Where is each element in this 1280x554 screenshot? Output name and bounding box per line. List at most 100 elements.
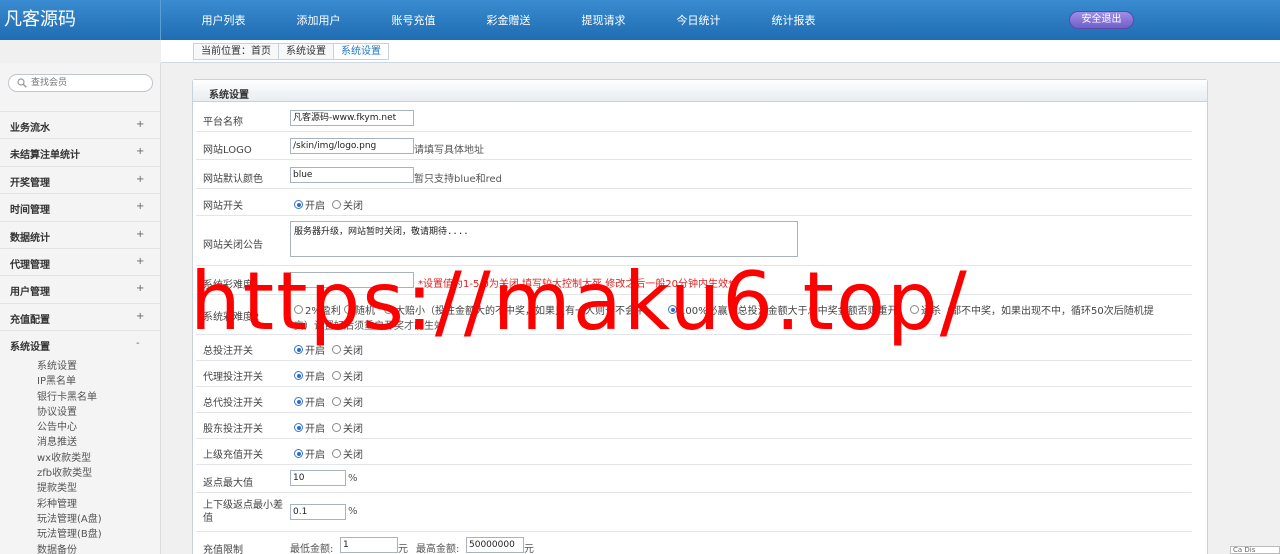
search-icon <box>17 78 27 88</box>
field-label: 网站关闭公告 <box>203 240 263 251</box>
bet-holder-off[interactable]: 关闭 <box>332 420 363 435</box>
expand-icon: + <box>136 146 145 158</box>
sidebar-item-label: 充值配置 <box>10 314 50 326</box>
bet-agent-on[interactable]: 开启 <box>294 368 325 383</box>
platform-name-input[interactable]: 凡客源码-www.fkym.net <box>290 110 414 126</box>
expand-icon: + <box>136 173 145 185</box>
sidebar-item-label: 未结算注单统计 <box>10 150 80 162</box>
nav-add-user[interactable]: 添加用户 <box>271 0 366 40</box>
submenu-item-play-a[interactable]: 玩法管理(A盘) <box>37 512 157 527</box>
submenu-item-play-b[interactable]: 玩法管理(B盘) <box>37 527 157 542</box>
max-amount-unit: 元 <box>524 544 534 554</box>
radio-selected-icon <box>294 397 303 406</box>
radio-label: 关闭 <box>343 372 363 383</box>
row-rebate-max: 返点最大值 10 % <box>196 465 1192 493</box>
search-input[interactable] <box>31 76 146 90</box>
upper-recharge-off[interactable]: 关闭 <box>332 446 363 461</box>
submenu-item-wx-type[interactable]: wx收款类型 <box>37 451 157 466</box>
bet-general-on[interactable]: 开启 <box>294 394 325 409</box>
sidebar-item-time[interactable]: 时间管理 + <box>0 193 160 220</box>
submenu-item-agreement[interactable]: 协议设置 <box>37 405 157 420</box>
field-label: 代理投注开关 <box>203 372 263 383</box>
nav-today-stats[interactable]: 今日统计 <box>651 0 746 40</box>
radio-label: 开启 <box>305 201 325 212</box>
nav-withdraw-request[interactable]: 提现请求 <box>556 0 651 40</box>
submenu-item-lottery-types[interactable]: 彩种管理 <box>37 497 157 512</box>
field-label: 总代投注开关 <box>203 398 263 409</box>
max-amount-label: 最高金额: <box>416 544 460 554</box>
row-recharge-limit: 充值限制 最低金额: 1 元 最高金额: 50000000 元 <box>196 532 1192 554</box>
submenu-item-push[interactable]: 消息推送 <box>37 435 157 450</box>
rebate-max-unit: % <box>348 473 358 484</box>
sidebar-item-lottery-draw[interactable]: 开奖管理 + <box>0 165 160 193</box>
nav-user-list[interactable]: 用户列表 <box>176 0 271 40</box>
submenu-item-backup[interactable]: 数据备份 <box>37 543 157 554</box>
rebate-max-input[interactable]: 10 <box>290 470 346 486</box>
logout-button[interactable]: 安全退出 <box>1069 11 1134 29</box>
sidebar-item-agents[interactable]: 代理管理 + <box>0 247 160 275</box>
radio-selected-icon <box>294 449 303 458</box>
field-label: 充值限制 <box>203 545 243 554</box>
field-label: 返点最大值 <box>203 478 253 489</box>
sidebar-item-users[interactable]: 用户管理 + <box>0 275 160 302</box>
bet-general-off[interactable]: 关闭 <box>332 394 363 409</box>
radio-label: 关闭 <box>343 201 363 212</box>
close-notice-textarea[interactable]: 服务器升级，网站暂时关闭，敬请期待.... <box>290 221 798 257</box>
row-site-logo: 网站LOGO /skin/img/logo.png 请填写具体地址 <box>196 132 1192 160</box>
submenu-item-system-settings[interactable]: 系统设置 <box>37 359 157 374</box>
submenu-item-zfb-type[interactable]: zfb收款类型 <box>37 466 157 481</box>
sidebar-item-system-settings[interactable]: 系统设置 - <box>0 330 160 357</box>
bet-agent-off[interactable]: 关闭 <box>332 368 363 383</box>
sidebar-item-business-flow[interactable]: 业务流水 + <box>0 111 160 138</box>
site-color-input[interactable]: blue <box>290 167 414 183</box>
sidebar-item-label: 数据统计 <box>10 232 50 244</box>
sidebar-item-unsettled-stats[interactable]: 未结算注单统计 + <box>0 138 160 165</box>
min-amount-input[interactable]: 1 <box>340 537 398 553</box>
radio-selected-icon <box>294 423 303 432</box>
watermark-url: https://maku6.top/ <box>190 255 969 348</box>
app-logo[interactable]: 凡客源码 <box>0 0 161 40</box>
corner-widget: Ca Dis <box>1230 546 1280 554</box>
nav-account-recharge[interactable]: 账号充值 <box>366 0 461 40</box>
radio-label: 关闭 <box>343 398 363 409</box>
min-amount-unit: 元 <box>398 544 408 554</box>
breadcrumb-section[interactable]: 系统设置 <box>279 44 334 59</box>
nav-bonus-gift[interactable]: 彩金赠送 <box>461 0 556 40</box>
radio-icon <box>332 449 341 458</box>
sidebar-item-label: 代理管理 <box>10 259 50 271</box>
upper-recharge-on[interactable]: 开启 <box>294 446 325 461</box>
rebate-diff-input[interactable]: 0.1 <box>290 504 346 520</box>
row-bet-general: 总代投注开关 开启 关闭 <box>196 387 1192 413</box>
collapse-icon: - <box>136 338 140 350</box>
sidebar-item-label: 系统设置 <box>10 342 50 354</box>
site-logo-input[interactable]: /skin/img/logo.png <box>290 138 414 154</box>
row-bet-agent: 代理投注开关 开启 关闭 <box>196 361 1192 387</box>
sidebar-item-recharge-config[interactable]: 充值配置 + <box>0 302 160 330</box>
expand-icon: + <box>136 283 145 295</box>
radio-label: 关闭 <box>343 424 363 435</box>
sidebar-item-label: 业务流水 <box>10 123 50 134</box>
field-label: 上下级返点最小差值 <box>203 500 283 524</box>
submenu-item-ip-blacklist[interactable]: IP黑名单 <box>37 374 157 389</box>
submenu-item-notice-center[interactable]: 公告中心 <box>37 420 157 435</box>
sidebar-item-label: 开奖管理 <box>10 177 50 189</box>
radio-icon <box>332 371 341 380</box>
nav-stats-report[interactable]: 统计报表 <box>746 0 841 40</box>
submenu-item-card-blacklist[interactable]: 银行卡黑名单 <box>37 390 157 405</box>
sidebar-item-data-stats[interactable]: 数据统计 + <box>0 220 160 248</box>
breadcrumb-home[interactable]: 当前位置：首页 <box>194 44 279 59</box>
submenu-item-withdraw-type[interactable]: 提款类型 <box>37 481 157 496</box>
panel-title: 系统设置 <box>209 90 249 101</box>
expand-icon: + <box>136 201 145 213</box>
site-switch-on[interactable]: 开启 <box>294 197 325 212</box>
field-label: 上级充值开关 <box>203 450 263 461</box>
expand-icon: + <box>136 228 145 240</box>
breadcrumb-current: 系统设置 <box>334 44 388 59</box>
bet-holder-on[interactable]: 开启 <box>294 420 325 435</box>
max-amount-input[interactable]: 50000000 <box>466 537 524 553</box>
sidebar-menu: 业务流水 + 未结算注单统计 + 开奖管理 + 时间管理 + 数据统计 + 代理管理 + 用… <box>0 111 160 358</box>
expand-icon: + <box>136 255 145 267</box>
sidebar-submenu: 系统设置 IP黑名单 银行卡黑名单 协议设置 公告中心 消息推送 wx收款类型 … <box>37 359 157 554</box>
site-switch-off[interactable]: 关闭 <box>332 197 363 212</box>
row-platform-name: 平台名称 凡客源码-www.fkym.net <box>196 106 1192 132</box>
